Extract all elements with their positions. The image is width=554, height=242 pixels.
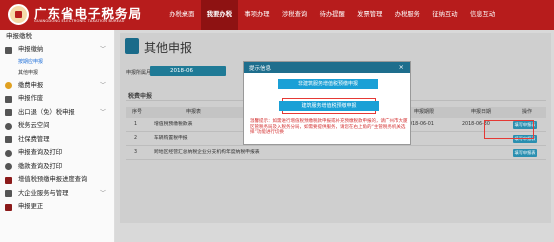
table-row: 3 跨地区经营汇总纳税企业分支机构年度纳税申报表 填写申报表 [126,146,546,160]
sidebar-item-label: 申报更正 [18,203,44,210]
brand-name-en: GUANGDONG ELECTRONIC TAXATION BUREAU [34,19,125,23]
edit-icon [5,203,12,211]
sidebar-item-export[interactable]: 出口退（免）税申报 ﹀ [0,106,114,120]
non-construction-prepay-button[interactable]: 非建筑服务增值税预缴申报 [278,79,378,89]
nav-item-matters[interactable]: 事项办理 [238,0,276,30]
nav-item-tax-query[interactable]: 涉税查询 [276,0,314,30]
document-icon [125,38,139,54]
sidebar-item-filing[interactable]: 申报缴纳 ﹀ [0,43,114,57]
sidebar-item-vat-progress[interactable]: 增值税预缴申报进度查询 [0,173,114,187]
sidebar-item-label: 申报作废 [18,95,44,102]
sidebar-item-label: 缴款查询及打印 [18,162,63,170]
sidebar-item-label: 增值税预缴申报进度查询 [18,176,88,183]
page-title: 其他申报 [144,41,193,55]
sidebar: 申报缴税 申报缴纳 ﹀ 按期应申报 其他申报 缴费申报 ﹀ 申报作废 出口退（免… [0,30,115,242]
sidebar-item-enterprise[interactable]: 大企业服务与管理 ﹀ [0,187,114,201]
sidebar-item-correction[interactable]: 申报更正 [0,200,114,214]
sidebar-item-social[interactable]: 社保费管理 [0,133,114,147]
nav-item-invoice[interactable]: 发票管理 [351,0,389,30]
sidebar-item-label: 申报查询及打印 [18,149,63,156]
fill-form-button[interactable]: 填写申报表 [513,149,537,157]
sidebar-item-label: 出口退（免）税申报 [18,108,75,116]
col-header-date: 申报日期 [471,109,492,115]
main-nav: 办税桌面 我要办税 事项办理 涉税查询 待办提醒 发票管理 办税服务 征纳互动 … [163,0,501,30]
nav-item-service[interactable]: 办税服务 [389,0,427,30]
search-icon [5,149,12,157]
col-header-index: 序号 [132,109,143,115]
sidebar-item-query[interactable]: 申报查询及打印 [0,146,114,160]
sidebar-item-void[interactable]: 申报作废 [0,92,114,106]
dialog-title: 提示信息 [249,66,272,72]
period-select[interactable]: 2018-06 [150,66,226,76]
building-icon [5,190,12,197]
tip-dialog: 提示信息 × 非建筑服务增值税预缴申报 建筑服务增值税预缴申报 温馨提示：如需进… [243,61,411,145]
trash-icon [5,95,12,103]
nav-item-reminders[interactable]: 待办提醒 [313,0,351,30]
sidebar-item-cloud[interactable]: 税务云空间 [0,119,114,133]
row-index: 2 [134,136,138,141]
nav-item-interaction[interactable]: 征纳互动 [426,0,464,30]
nav-item-info[interactable]: 信息互动 [464,0,502,30]
row-form-name: 车辆购置税申报 [154,136,188,141]
row-index: 1 [134,122,138,127]
chevron-down-icon: ﹀ [99,81,106,89]
construction-prepay-button[interactable]: 建筑服务增值税预缴申报 [279,101,379,111]
nav-item-desktop[interactable]: 办税桌面 [163,0,201,30]
sidebar-item-fee[interactable]: 缴费申报 ﹀ [0,79,114,93]
sidebar-subitem-other[interactable]: 其他申报 [0,68,114,79]
section-label: 税费申报 [128,93,153,100]
top-header: 广东省电子税务局 GUANGDONG ELECTRONIC TAXATION B… [0,0,554,30]
sidebar-title: 申报缴税 [6,32,32,40]
col-header-period: 申报期限 [414,109,435,115]
sidebar-item-payment-query[interactable]: 缴款查询及打印 [0,160,114,174]
shield-icon [5,136,12,143]
coin-icon [5,82,12,89]
col-header-form: 申报表 [186,109,202,115]
row-form-name: 跨地区经营汇总纳税企业分支机构年度纳税申报表 [154,150,260,155]
chevron-down-icon: ﹀ [99,108,106,116]
col-header-action: 操作 [522,109,533,115]
dialog-header: 提示信息 × [244,62,410,73]
export-icon [5,109,12,116]
chevron-down-icon: ﹀ [99,189,106,197]
sidebar-item-label: 缴费申报 [18,81,44,89]
receipt-icon [5,163,12,170]
close-icon[interactable]: × [399,63,404,71]
form-icon [5,46,12,54]
tax-bureau-logo-icon [8,4,29,25]
sidebar-item-label: 税务云空间 [18,122,50,129]
row-form-name: 增值税预缴税款表 [154,122,193,127]
sidebar-item-label: 社保费管理 [18,135,50,143]
progress-icon [5,176,12,184]
nav-item-tax-filing[interactable]: 我要办税 [200,0,239,30]
row-index: 3 [134,150,138,155]
dialog-notice: 温馨提示：如需进行增值税预缴税款申报或补充预缴税款申报的，请广州市大厦区管税务局… [250,119,408,136]
sidebar-item-label: 申报缴纳 [18,46,44,53]
sidebar-item-label: 大企业服务与管理 [18,189,69,197]
chevron-down-icon: ﹀ [99,46,106,53]
highlight-outline [484,120,534,139]
sidebar-subitem-periodic[interactable]: 按期应申报 [0,57,114,68]
cloud-icon [5,122,12,130]
